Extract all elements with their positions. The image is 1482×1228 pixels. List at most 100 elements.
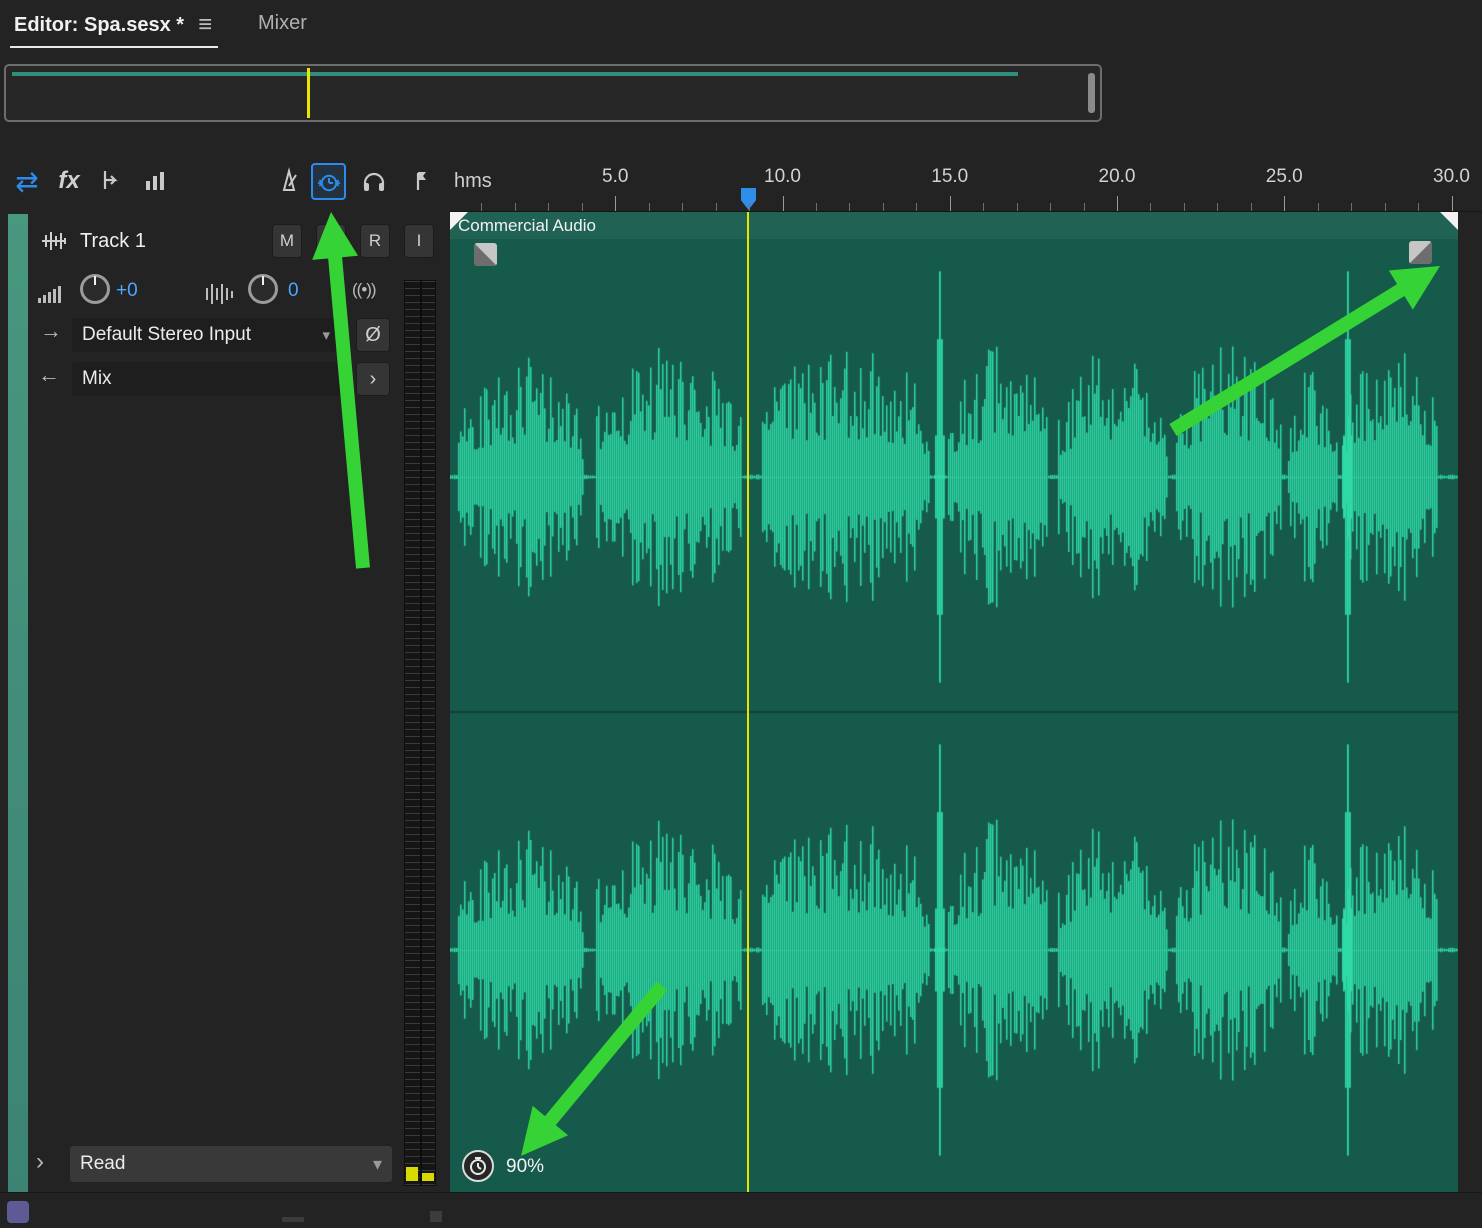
ruler-tick <box>1183 203 1185 211</box>
ruler-tick <box>1451 196 1453 211</box>
tab-editor[interactable]: Editor: Spa.sesx * ≡ <box>10 10 219 48</box>
ruler-label: 25.0 <box>1265 166 1303 187</box>
marker-icon[interactable] <box>399 162 437 200</box>
fade-out-handle[interactable] <box>1409 241 1432 264</box>
ruler-tick <box>1317 203 1319 211</box>
ruler-tick <box>1050 203 1052 211</box>
ruler-tick <box>749 203 751 211</box>
track-color-strip <box>8 214 28 1192</box>
ruler-tick <box>1083 203 1085 211</box>
global-clip-stretching-toggle[interactable] <box>311 163 346 200</box>
output-bus-value: Mix <box>82 368 112 389</box>
status-bar <box>0 1192 1482 1228</box>
pan-meter-icon <box>204 282 234 309</box>
ruler-tick <box>815 203 817 211</box>
monitor-input-icon[interactable]: ((•)) <box>352 280 377 300</box>
tab-mixer[interactable]: Mixer <box>258 12 307 35</box>
input-arrow-icon: → <box>40 318 62 343</box>
histogram-icon[interactable] <box>136 162 174 200</box>
ruler-tick <box>1150 203 1152 211</box>
chevron-down-icon: ▾ <box>322 327 330 344</box>
input-select-value: Default Stereo Input <box>82 324 251 345</box>
ruler-tick <box>882 203 884 211</box>
track-waveform-icon <box>40 230 68 257</box>
automation-expand-chevron[interactable]: › <box>36 1148 44 1176</box>
tab-editor-label: Editor: Spa.sesx * <box>14 13 185 36</box>
ruler-tick <box>1284 196 1286 211</box>
volume-value[interactable]: +0 <box>116 280 138 302</box>
meter-level-right <box>422 1173 434 1181</box>
fade-in-handle[interactable] <box>474 243 497 266</box>
automation-mode-value: Read <box>80 1153 126 1174</box>
ruler-tick <box>581 203 583 211</box>
mute-button[interactable]: M <box>272 224 302 258</box>
level-meter <box>404 280 436 1186</box>
solo-button[interactable]: S <box>316 224 346 258</box>
meter-divider <box>420 281 422 1185</box>
ruler-label: 15.0 <box>931 166 969 187</box>
navigator-waveform-overview <box>12 72 1018 76</box>
clock-icon <box>470 1157 486 1175</box>
ruler-tick <box>916 203 918 211</box>
track-name[interactable]: Track 1 <box>80 230 146 253</box>
headphones-icon[interactable] <box>355 162 393 200</box>
ruler-tick <box>1016 203 1018 211</box>
ruler-tick <box>782 196 784 211</box>
phase-invert-button[interactable]: Ø <box>356 318 390 352</box>
playhead-line[interactable] <box>747 212 749 1228</box>
navigator-right-handle[interactable] <box>1088 73 1095 113</box>
waveform-canvas[interactable] <box>450 212 1458 1192</box>
automation-mode-select[interactable]: Read ▾ <box>70 1146 392 1182</box>
zoom-navigator[interactable] <box>4 64 1102 122</box>
ruler-tick <box>615 196 617 211</box>
volume-knob[interactable] <box>80 274 110 304</box>
meter-level-left <box>406 1167 418 1181</box>
audio-clip[interactable]: Commercial Audio 90% <box>450 212 1458 1192</box>
workspace-color-chip[interactable] <box>7 1201 29 1223</box>
scrollbar-fragment <box>430 1211 442 1222</box>
output-bus-select[interactable]: Mix <box>72 362 340 396</box>
clip-header[interactable] <box>450 212 1458 239</box>
pan-knob[interactable] <box>248 274 278 304</box>
fx-icon[interactable]: fx <box>50 162 88 200</box>
ruler-tick <box>682 203 684 211</box>
metronome-icon[interactable] <box>270 162 308 200</box>
ruler-tick <box>1217 203 1219 211</box>
ruler-tick <box>548 203 550 211</box>
panel-tab-bar: Editor: Spa.sesx * ≡ Mixer <box>0 0 1482 56</box>
ruler-tick <box>849 203 851 211</box>
ruler-tick <box>481 203 483 211</box>
clock-stretch-icon <box>317 174 340 191</box>
clip-title: Commercial Audio <box>458 216 596 235</box>
input-select[interactable]: Default Stereo Input ▾ <box>72 318 340 352</box>
chevron-down-icon: ▾ <box>372 1153 382 1174</box>
move-tool-icon[interactable]: ⇄ <box>8 162 46 200</box>
ruler-tick <box>983 203 985 211</box>
ruler-unit-label: hms <box>454 170 492 192</box>
ruler-tick <box>1250 203 1252 211</box>
ruler-label: 5.0 <box>602 166 629 187</box>
ruler-tick <box>1418 203 1420 211</box>
clip-edge-handle-right[interactable] <box>1440 212 1458 230</box>
timeline-ruler[interactable]: hms 5.0 10.0 15.0 20.0 25.0 30.0 <box>450 158 1482 212</box>
record-arm-button[interactable]: R <box>360 224 390 258</box>
ruler-tick <box>1351 203 1353 211</box>
split-route-icon[interactable] <box>92 162 130 200</box>
ruler-tick <box>949 196 951 211</box>
bus-expand-button[interactable]: › <box>356 362 390 396</box>
pan-value[interactable]: 0 <box>288 280 299 302</box>
ruler-label: 10.0 <box>764 166 801 187</box>
ruler-label: 30.0 <box>1433 166 1470 187</box>
ruler-tick <box>514 203 516 211</box>
scrollbar-fragment <box>282 1217 304 1222</box>
ruler-label: 20.0 <box>1098 166 1136 187</box>
stretch-clock-badge[interactable] <box>462 1150 494 1182</box>
volume-icon <box>36 282 66 309</box>
ruler-tick <box>1117 196 1118 211</box>
clip-edge-handle-left[interactable] <box>450 212 468 230</box>
panel-menu-icon[interactable]: ≡ <box>198 13 212 37</box>
output-arrow-icon: ← <box>38 362 60 387</box>
input-monitor-button[interactable]: I <box>404 224 434 258</box>
ruler-tick <box>1384 203 1386 211</box>
ruler-tick <box>648 203 650 211</box>
